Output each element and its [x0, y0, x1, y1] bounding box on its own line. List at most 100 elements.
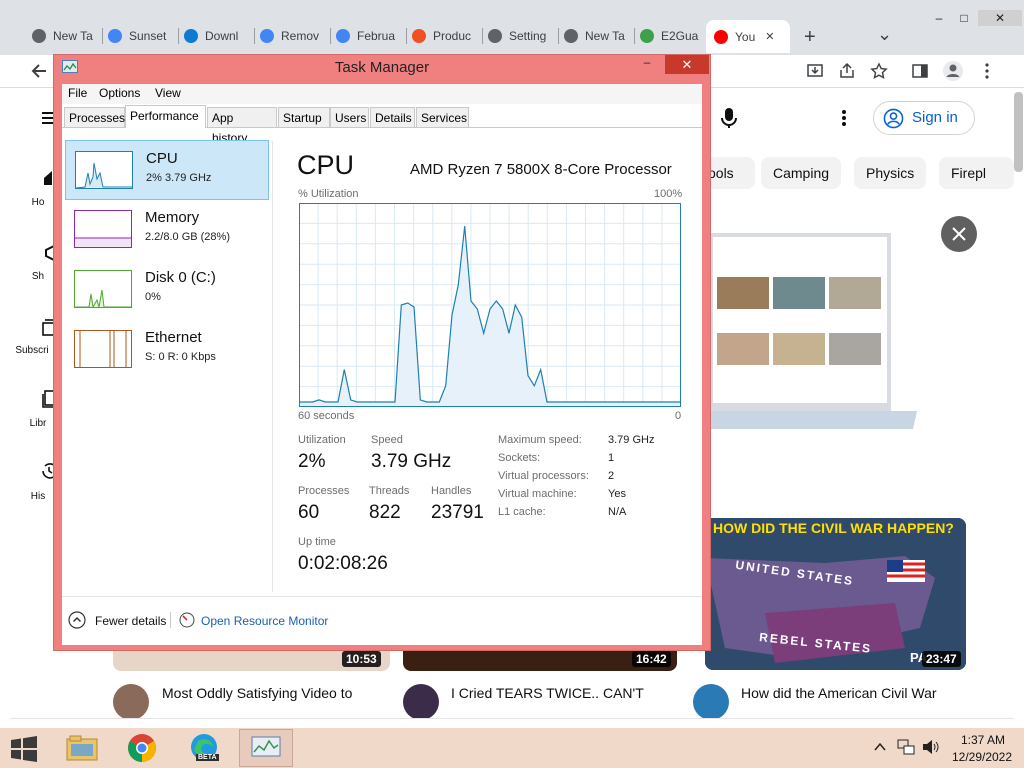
tab-services[interactable]: Services [416, 107, 469, 127]
resource-ethernet[interactable]: Ethernet S: 0 R: 0 Kbps [65, 320, 269, 380]
profile-avatar-icon[interactable] [942, 60, 964, 82]
video-thumbnail-civil-war[interactable]: HOW DID THE CIVIL WAR HAPPEN? UNITED STA… [705, 518, 966, 670]
browser-tab[interactable]: Setting [488, 22, 552, 50]
clock-time[interactable]: 1:37 AM [950, 733, 1016, 747]
detail-header: CPU [297, 150, 355, 180]
clock-date[interactable]: 12/29/2022 [946, 750, 1018, 764]
sidebar-shorts-label[interactable]: Sh [18, 271, 58, 282]
promo-banner[interactable] [705, 203, 1007, 463]
video-title[interactable]: How did the American Civil War [741, 685, 971, 701]
sidebar-home-label[interactable]: Ho [18, 197, 58, 208]
tab-processes[interactable]: Processes [64, 107, 125, 127]
page-scrollbar-thumb[interactable] [1014, 92, 1023, 172]
browser-tab-label: New Ta [53, 29, 93, 43]
tm-minimize-area [636, 57, 658, 75]
browser-tab[interactable]: Downl [184, 22, 248, 50]
handles-value: 23791 [431, 502, 484, 523]
sign-in-button[interactable]: Sign in [873, 101, 975, 135]
open-resource-monitor-link[interactable]: Open Resource Monitor [201, 614, 328, 628]
video-title[interactable]: I Cried TEARS TWICE.. CAN'T [451, 685, 681, 701]
sidebar-subscriptions-label[interactable]: Subscri [12, 345, 52, 356]
spec-value: 3.79 GHz [608, 434, 655, 446]
uptime-value: 0:02:08:26 [298, 553, 388, 574]
sidebar-history-label[interactable]: His [18, 491, 58, 502]
spec-value: Yes [608, 488, 626, 500]
resource-disk[interactable]: Disk 0 (C:) 0% [65, 260, 269, 320]
bookmark-star-icon[interactable] [870, 62, 888, 80]
tab-app-history[interactable]: App history [207, 107, 277, 145]
resource-cpu[interactable]: CPU 2% 3.79 GHz [65, 140, 269, 200]
spec-label: Virtual machine: [498, 488, 577, 500]
gear-icon [488, 29, 502, 43]
video-title[interactable]: Most Oddly Satisfying Video to [162, 685, 392, 701]
channel-avatar[interactable] [113, 684, 149, 720]
resource-ethernet-name: Ethernet [145, 329, 202, 346]
taskbar-task-manager[interactable] [239, 729, 293, 767]
cpu-utilization-graph [299, 203, 681, 407]
taskbar-file-explorer[interactable] [55, 729, 109, 767]
menu-file[interactable]: File [68, 86, 87, 100]
taskbar-chrome[interactable] [116, 729, 170, 767]
resource-memory-name: Memory [145, 209, 200, 226]
browser-tab[interactable]: New Ta [32, 22, 96, 50]
browser-tab[interactable]: Produc [412, 22, 476, 50]
uptime-label: Up time [298, 536, 336, 548]
chip-physics[interactable]: Physics [854, 157, 927, 189]
sidebar-library-label[interactable]: Libr [18, 418, 58, 429]
windows-start-icon[interactable] [10, 736, 38, 762]
tab-startup[interactable]: Startup [278, 107, 330, 127]
chevron-up-circle-icon[interactable] [68, 611, 86, 629]
channel-avatar[interactable] [403, 684, 439, 720]
taskbar-edge-beta[interactable]: BETA [178, 729, 232, 767]
window-maximize-button[interactable]: □ [952, 10, 976, 26]
duration-badge: 23:47 [922, 651, 961, 667]
chip-camping[interactable]: Camping [761, 157, 842, 189]
browser-tab[interactable]: Februa [336, 22, 400, 50]
close-tab-icon[interactable]: ✕ [765, 30, 774, 43]
fewer-details-link[interactable]: Fewer details [95, 614, 166, 628]
spec-value: 2 [608, 470, 615, 482]
install-app-icon[interactable] [806, 62, 824, 80]
channel-avatar[interactable] [693, 684, 729, 720]
window-minimize-button[interactable]: – [927, 10, 951, 26]
new-tab-button[interactable]: + [804, 26, 816, 49]
graph-zero-label: 0 [675, 410, 682, 422]
dismiss-promo-button[interactable] [941, 216, 977, 252]
utilization-label: Utilization [298, 434, 346, 446]
menu-view[interactable]: View [155, 86, 181, 100]
microsoft-icon [412, 29, 426, 43]
menu-options[interactable]: Options [99, 86, 140, 100]
show-hidden-icons-chevron-icon[interactable] [874, 742, 886, 752]
browser-tab[interactable]: E2Gua [640, 22, 704, 50]
chrome-menu-icon[interactable] [978, 62, 996, 80]
tab-separator [178, 28, 179, 44]
chip-fireplace[interactable]: Firepl [939, 157, 1014, 189]
tab-performance[interactable]: Performance [125, 105, 206, 128]
browser-tab[interactable]: New Ta [564, 22, 628, 50]
browser-tab[interactable]: Sunset [108, 22, 172, 50]
google-icon [336, 29, 350, 43]
tab-details[interactable]: Details [370, 107, 415, 127]
resource-cpu-detail: 2% 3.79 GHz [146, 172, 212, 184]
resource-monitor-icon [179, 612, 195, 628]
window-close-button[interactable]: ✕ [978, 10, 1022, 26]
browser-tab[interactable]: Remov [260, 22, 324, 50]
browser-tab[interactable]: You ✕ [706, 20, 790, 53]
share-icon[interactable] [838, 62, 856, 80]
browser-tab-label: E2Gua [661, 29, 699, 43]
resource-memory[interactable]: Memory 2.2/8.0 GB (28%) [65, 200, 269, 260]
tab-search-dropdown-icon[interactable]: ⌄ [877, 24, 892, 45]
more-options-icon[interactable] [834, 108, 854, 128]
network-icon[interactable] [897, 739, 915, 755]
chip-tools[interactable]: ools [705, 157, 755, 189]
microphone-icon[interactable] [719, 106, 739, 130]
threads-label: Threads [369, 485, 410, 497]
volume-icon[interactable] [922, 739, 940, 755]
tab-users[interactable]: Users [330, 107, 369, 127]
side-panel-icon[interactable] [911, 62, 929, 80]
duration-badge: 10:53 [342, 651, 381, 667]
task-manager-window: Task Manager – □ ✕ File Options View Pro… [53, 54, 711, 651]
google-icon [260, 29, 274, 43]
tm-close-button[interactable]: ✕ [665, 55, 709, 74]
back-arrow-icon[interactable] [30, 62, 48, 80]
